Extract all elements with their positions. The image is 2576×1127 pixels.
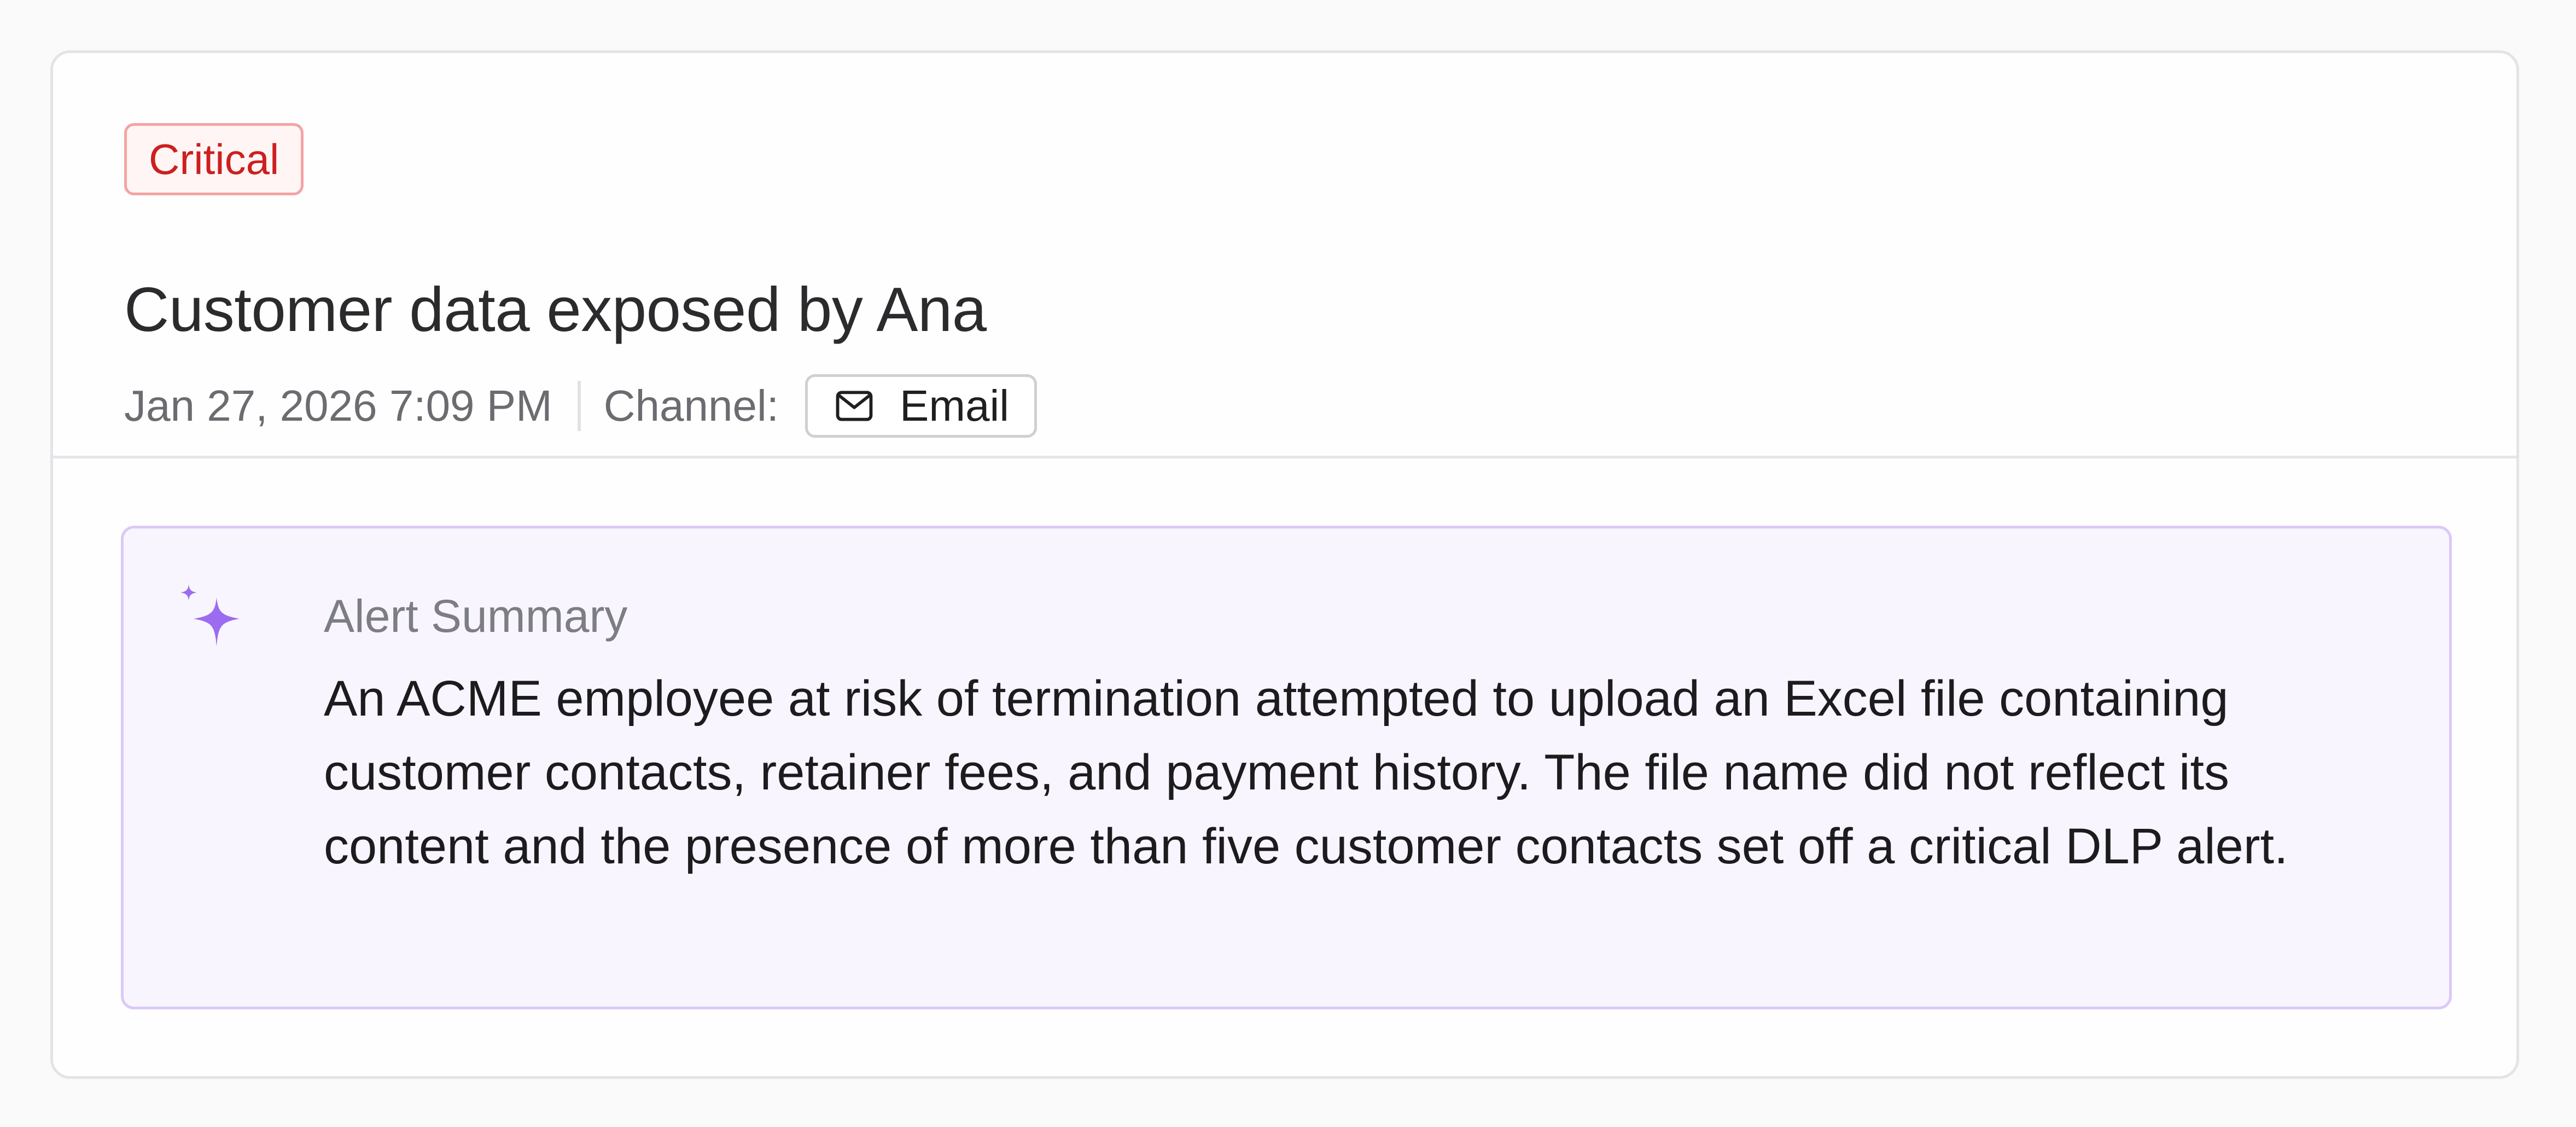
summary-title: Alert Summary [324,590,628,642]
alert-summary-panel: Alert Summary An ACME employee at risk o… [121,526,2452,1009]
alert-meta: Jan 27, 2026 7:09 PM Channel: Email [124,374,1038,438]
meta-divider [577,381,581,431]
alert-card: Critical Customer data exposed by Ana Ja… [50,50,2519,1079]
mail-icon [836,391,873,421]
alert-header: Critical Customer data exposed by Ana Ja… [53,53,2516,458]
sparkle-icon [180,584,240,647]
severity-badge: Critical [124,123,304,195]
channel-value: Email [900,381,1010,430]
alert-title: Customer data exposed by Ana [124,275,987,345]
summary-text: An ACME employee at risk of termination … [324,671,2288,874]
channel-label: Channel: [603,381,779,430]
channel-badge: Email [805,374,1038,438]
alert-timestamp: Jan 27, 2026 7:09 PM [124,381,552,430]
